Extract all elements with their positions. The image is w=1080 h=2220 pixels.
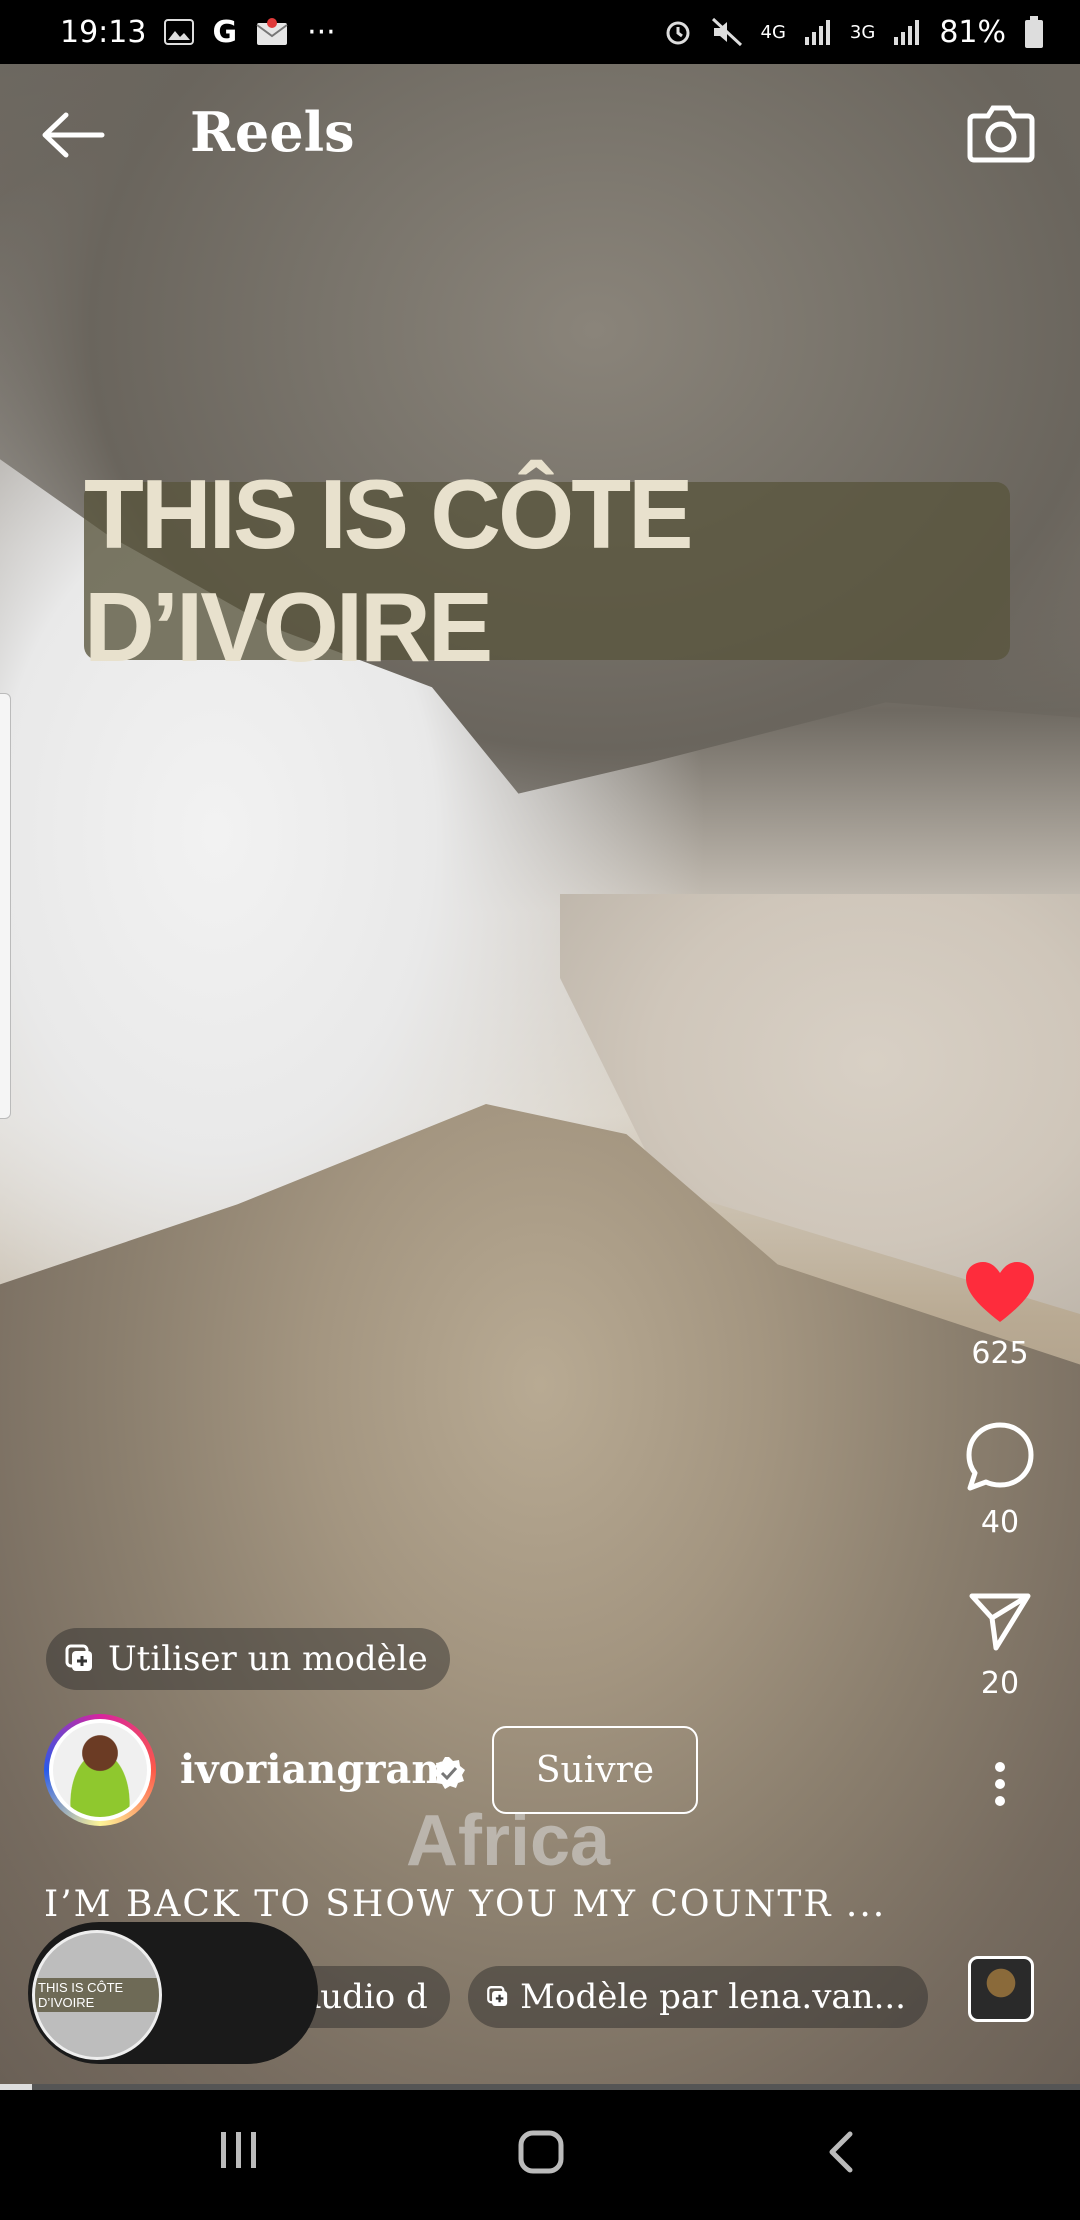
use-template-button[interactable]: Utiliser un modèle <box>46 1628 450 1690</box>
video-overlay-text: THIS IS CÔTE D’IVOIRE <box>84 459 694 682</box>
signal-icon <box>804 20 830 45</box>
avatar-inner <box>49 1719 151 1821</box>
more-notifications-icon: ··· <box>307 14 336 50</box>
back-arrow-icon[interactable] <box>40 110 106 160</box>
video-text-overlay: THIS IS CÔTE D’IVOIRE <box>84 459 1010 682</box>
like-count: 625 <box>971 1336 1029 1371</box>
template-credit-label: Modèle par lena.van... <box>520 1977 906 2017</box>
recent-apps-icon[interactable] <box>218 2130 260 2170</box>
share-action: 20 <box>968 1590 1032 1701</box>
send-icon[interactable] <box>968 1590 1032 1654</box>
system-back-icon[interactable] <box>826 2130 856 2174</box>
floating-video-text: THIS IS CÔTE D’IVOIRE <box>35 1978 159 2012</box>
status-right: 4G 3G 81% <box>663 15 1045 50</box>
author-username[interactable]: ivoriangram <box>180 1746 454 1793</box>
home-icon[interactable] <box>518 2130 564 2174</box>
audio-thumbnail[interactable] <box>968 1956 1034 2022</box>
heart-icon[interactable] <box>964 1260 1036 1324</box>
avatar-photo <box>53 1723 147 1817</box>
comment-action: 40 <box>964 1421 1036 1540</box>
more-options-icon[interactable] <box>990 1761 1010 1807</box>
verified-badge-icon <box>433 1757 465 1789</box>
follow-button[interactable]: Suivre <box>492 1726 698 1814</box>
mail-icon <box>256 18 288 45</box>
status-time: 19:13 <box>60 14 147 50</box>
network-3g-label: 3G <box>849 21 876 43</box>
floating-video-thumbnail[interactable]: THIS IS CÔTE D’IVOIRE <box>32 1930 162 2060</box>
status-bar: 19:13 G ··· 4G 3G 81% <box>0 0 1080 64</box>
edge-panel-handle[interactable] <box>0 693 11 1119</box>
battery-icon <box>1025 16 1043 48</box>
like-action: 625 <box>964 1260 1036 1371</box>
author-avatar[interactable] <box>44 1714 156 1826</box>
template-credit-chip[interactable]: Modèle par lena.van... <box>468 1966 928 2028</box>
alarm-icon <box>666 21 689 45</box>
comment-count: 40 <box>980 1505 1020 1540</box>
reel-caption[interactable]: I’M BACK TO SHOW YOU MY COUNTR ... <box>44 1884 886 1925</box>
google-icon: G <box>212 14 238 50</box>
battery-percentage: 81% <box>939 14 1006 50</box>
template-icon <box>65 1644 92 1671</box>
reel-actions: 625 40 20 <box>940 1260 1060 1807</box>
signal-icon-2 <box>894 20 920 45</box>
gallery-icon <box>164 19 195 45</box>
more-action <box>990 1761 1010 1807</box>
video-rock-top <box>0 64 1080 794</box>
template-icon-2 <box>487 1986 508 2007</box>
page-title: Reels <box>190 100 355 164</box>
network-4g-label: 4G <box>760 21 786 43</box>
share-count: 20 <box>980 1666 1020 1701</box>
comment-icon[interactable] <box>964 1421 1036 1493</box>
status-left: 19:13 G ··· <box>60 15 336 50</box>
mute-icon <box>711 17 742 47</box>
system-navigation-bar <box>0 2090 1080 2220</box>
camera-icon[interactable] <box>966 100 1036 164</box>
use-template-label: Utiliser un modèle <box>108 1639 428 1679</box>
